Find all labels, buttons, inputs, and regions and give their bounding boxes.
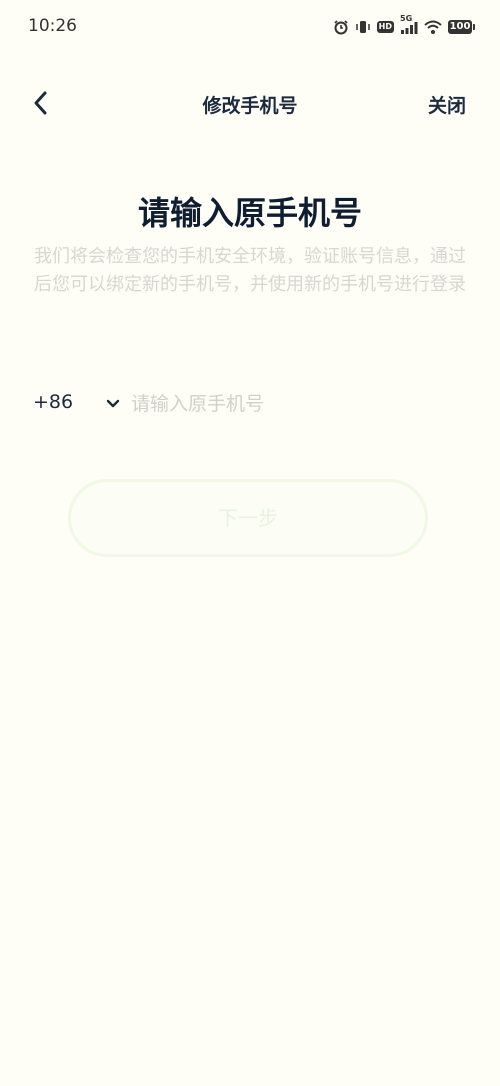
network-label: 5G (400, 14, 413, 23)
phone-input[interactable] (131, 388, 461, 420)
next-button[interactable]: 下一步 (68, 479, 428, 557)
description: 我们将会检查您的手机安全环境，验证账号信息，通过后您可以绑定新的手机号，并使用新… (34, 246, 466, 295)
vibrate-icon (355, 19, 371, 35)
heading: 请输入原手机号 (137, 194, 362, 232)
status-time: 10:26 (28, 16, 77, 36)
alarm-icon (333, 19, 349, 35)
phone-input-row: +86 (0, 384, 500, 424)
page-title: 修改手机号 (202, 95, 298, 117)
status-icons: HD 5G 100 (333, 14, 475, 37)
chevron-down-icon[interactable] (106, 396, 120, 415)
country-code-selector[interactable]: +86 (33, 391, 73, 413)
status-bar: 10:26 HD 5G 100 (0, 0, 500, 56)
nav-bar: 修改手机号 关闭 (0, 78, 500, 128)
battery-indicator: 100 (448, 20, 475, 34)
close-button[interactable]: 关闭 (428, 91, 466, 118)
hd-badge: HD (376, 21, 394, 33)
wifi-icon (424, 19, 442, 35)
signal-icon: 5G (400, 14, 418, 35)
